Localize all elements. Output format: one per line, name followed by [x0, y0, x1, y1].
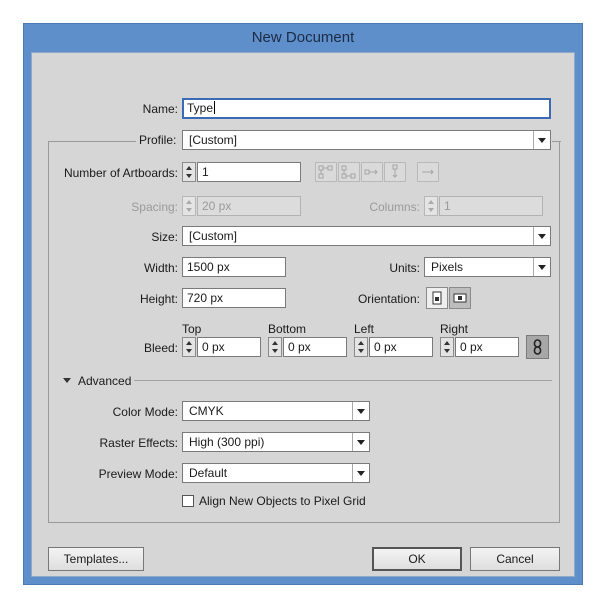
size-label: Size:	[151, 230, 178, 244]
stepper-up-icon	[186, 166, 192, 170]
artboards-count-label: Number of Artboards:	[63, 166, 178, 180]
preview-mode-value: Default	[189, 466, 228, 480]
bleed-right-input[interactable]: 0 px	[455, 337, 519, 357]
spacing-label: Spacing:	[131, 200, 178, 214]
columns-input[interactable]: 1	[439, 196, 543, 216]
ok-button[interactable]: OK	[372, 547, 462, 571]
units-value: Pixels	[431, 260, 464, 274]
bleed-bottom-label: Bottom	[268, 322, 307, 336]
right-to-left-icon[interactable]	[417, 162, 439, 182]
stepper-down-icon	[272, 349, 278, 353]
bleed-right-label: Right	[440, 322, 469, 336]
artboards-count-stepper[interactable]	[182, 162, 196, 182]
portrait-icon	[432, 291, 442, 305]
stepper-up-icon	[358, 341, 364, 345]
bleed-left-input[interactable]: 0 px	[369, 337, 433, 357]
stepper-down-icon	[444, 349, 450, 353]
stepper-up-icon	[428, 200, 434, 204]
preview-mode-dropdown[interactable]: Default	[182, 463, 370, 483]
bleed-top-label: Top	[182, 322, 202, 336]
align-pixel-grid-checkbox[interactable]	[182, 495, 194, 507]
bleed-top-input[interactable]: 0 px	[197, 337, 261, 357]
stepper-down-icon	[358, 349, 364, 353]
arrange-by-column-icon[interactable]	[384, 162, 406, 182]
raster-effects-value: High (300 ppi)	[189, 435, 265, 449]
orientation-label: Orientation:	[357, 292, 420, 306]
spacing-input[interactable]: 20 px	[197, 196, 301, 216]
align-pixel-grid-label: Align New Objects to Pixel Grid	[199, 494, 366, 508]
raster-effects-dropdown[interactable]: High (300 ppi)	[182, 432, 370, 452]
landscape-orientation-button[interactable]	[449, 287, 471, 309]
profile-value: [Custom]	[189, 133, 238, 147]
templates-button[interactable]: Templates...	[48, 547, 144, 571]
new-document-window: New Document Name: Type Profile: [Custom…	[23, 23, 583, 585]
bleed-top-stepper[interactable]	[182, 337, 196, 357]
artboards-count-input[interactable]: 1	[197, 162, 301, 182]
width-label: Width:	[143, 261, 178, 275]
spacing-stepper[interactable]	[182, 196, 196, 216]
portrait-orientation-button[interactable]	[426, 287, 448, 309]
bleed-left-label: Left	[354, 322, 375, 336]
chevron-down-icon	[352, 402, 369, 420]
width-input[interactable]: 1500 px	[182, 257, 286, 277]
chevron-down-icon	[352, 433, 369, 451]
advanced-divider	[134, 380, 552, 381]
advanced-toggle[interactable]: Advanced	[78, 374, 131, 388]
height-label: Height:	[139, 292, 178, 306]
arrange-by-row-icon[interactable]	[361, 162, 383, 182]
text-caret	[214, 101, 216, 114]
link-bleed-button[interactable]	[526, 335, 549, 359]
group-box-top-left-line	[48, 141, 136, 142]
preview-mode-label: Preview Mode:	[98, 467, 178, 481]
bleed-right-stepper[interactable]	[440, 337, 454, 357]
name-label: Name:	[142, 102, 178, 116]
size-dropdown[interactable]: [Custom]	[182, 226, 551, 246]
bleed-bottom-stepper[interactable]	[268, 337, 282, 357]
chain-link-icon	[533, 339, 542, 355]
units-dropdown[interactable]: Pixels	[424, 257, 551, 277]
triangle-down-icon[interactable]	[63, 378, 71, 383]
color-mode-label: Color Mode:	[112, 405, 178, 419]
chevron-down-icon	[533, 258, 550, 276]
bleed-label: Bleed:	[143, 341, 178, 355]
columns-label: Columns:	[369, 200, 420, 214]
name-input-value: Type	[187, 101, 214, 115]
grid-by-column-icon[interactable]	[338, 162, 360, 182]
grid-by-row-icon[interactable]	[315, 162, 337, 182]
profile-dropdown[interactable]: [Custom]	[182, 130, 551, 150]
stepper-up-icon	[186, 341, 192, 345]
units-label: Units:	[389, 261, 420, 275]
stepper-down-icon	[428, 208, 434, 212]
size-value: [Custom]	[189, 229, 238, 243]
raster-effects-label: Raster Effects:	[99, 436, 178, 450]
color-mode-value: CMYK	[189, 404, 224, 418]
stepper-down-icon	[186, 349, 192, 353]
chevron-down-icon	[533, 131, 550, 149]
stepper-up-icon	[272, 341, 278, 345]
bleed-left-stepper[interactable]	[354, 337, 368, 357]
group-box-top-right-line	[552, 141, 561, 142]
chevron-down-icon	[352, 464, 369, 482]
stepper-up-icon	[444, 341, 450, 345]
stepper-up-icon	[186, 200, 192, 204]
stepper-down-icon	[186, 208, 192, 212]
dialog-body: Name: Type Profile: [Custom] Number of A…	[31, 52, 575, 577]
chevron-down-icon	[533, 227, 550, 245]
cancel-button[interactable]: Cancel	[470, 547, 560, 571]
name-input[interactable]: Type	[182, 98, 551, 119]
color-mode-dropdown[interactable]: CMYK	[182, 401, 370, 421]
stepper-down-icon	[186, 174, 192, 178]
window-title: New Document	[251, 29, 355, 46]
bleed-bottom-input[interactable]: 0 px	[283, 337, 347, 357]
profile-label: Profile:	[139, 133, 177, 147]
landscape-icon	[453, 293, 467, 303]
columns-stepper[interactable]	[424, 196, 438, 216]
height-input[interactable]: 720 px	[182, 288, 286, 308]
